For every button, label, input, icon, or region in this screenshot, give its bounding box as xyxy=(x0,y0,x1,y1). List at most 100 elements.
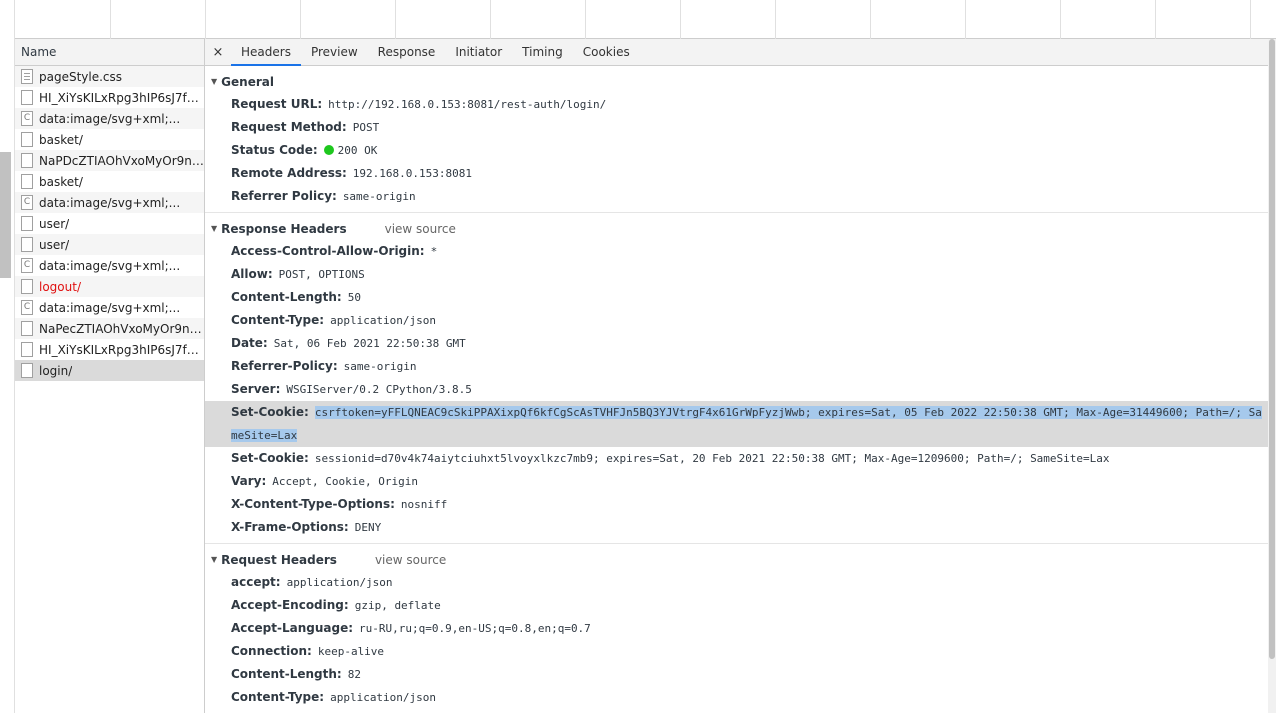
timeline-grid-line xyxy=(300,0,301,39)
header-row: Set-Cookie: csrftoken=yFFLQNEAC9cSkiPPAXi… xyxy=(205,401,1276,447)
timeline-grid-line xyxy=(1060,0,1061,39)
header-value[interactable]: ru-RU,ru;q=0.9,en-US;q=0.8,en;q=0.7 xyxy=(359,622,591,635)
header-value[interactable]: Sat, 06 Feb 2021 22:50:38 GMT xyxy=(274,337,466,350)
header-value[interactable]: * xyxy=(431,245,438,258)
request-row[interactable]: user/ xyxy=(15,213,204,234)
header-value[interactable]: gzip, deflate xyxy=(355,599,441,612)
request-row[interactable]: Cdata:image/svg+xml;... xyxy=(15,297,204,318)
status-ok-icon xyxy=(323,145,334,155)
request-list: pageStyle.css HI_XiYsKILxRpg3hIP6sJ7fM7..… xyxy=(15,66,204,381)
document-icon xyxy=(21,132,33,147)
timeline-grid-line xyxy=(965,0,966,39)
timeline-grid-line xyxy=(205,0,206,39)
header-row: Allow: POST, OPTIONS xyxy=(205,263,1276,286)
header-value[interactable]: nosniff xyxy=(401,498,447,511)
header-row: Vary: Accept, Cookie, Origin xyxy=(205,470,1276,493)
document-icon xyxy=(21,342,33,357)
request-row[interactable]: basket/ xyxy=(15,171,204,192)
header-value[interactable]: keep-alive xyxy=(318,645,384,658)
tab-cookies[interactable]: Cookies xyxy=(573,39,640,65)
name-column-header[interactable]: Name xyxy=(15,39,204,66)
request-view-source-link[interactable]: view source xyxy=(375,549,446,571)
request-name: HI_XiYsKILxRpg3hIP6sJ7fM7... xyxy=(39,342,204,357)
request-row[interactable]: pageStyle.css xyxy=(15,66,204,87)
header-value[interactable]: POST, OPTIONS xyxy=(279,268,365,281)
response-headers-toggle[interactable]: ▼ Response Headers view source xyxy=(205,218,1276,240)
header-row: Request Method: POST xyxy=(205,116,1276,139)
response-view-source-link[interactable]: view source xyxy=(385,218,456,240)
header-value[interactable]: DENY xyxy=(355,521,382,534)
general-section-toggle[interactable]: ▼ General xyxy=(205,71,1276,93)
document-icon xyxy=(21,321,33,336)
timeline-grid-line xyxy=(870,0,871,39)
header-key: Content-Length: xyxy=(231,667,342,681)
header-key: Request URL: xyxy=(231,97,323,111)
header-value[interactable]: application/json xyxy=(330,691,436,704)
details-scrollbar-thumb[interactable] xyxy=(1269,39,1275,659)
header-value[interactable]: 82 xyxy=(348,668,361,681)
request-headers-toggle[interactable]: ▼ Request Headers view source xyxy=(205,549,1276,571)
request-row[interactable]: Cdata:image/svg+xml;... xyxy=(15,255,204,276)
header-row: X-Frame-Options: DENY xyxy=(205,516,1276,539)
header-key: Vary: xyxy=(231,474,267,488)
header-value[interactable]: csrftoken=yFFLQNEAC9cSkiPPAXixpQf6kfCgSc… xyxy=(231,406,1262,442)
timeline-grid-line xyxy=(680,0,681,39)
header-value[interactable]: http://192.168.0.153:8081/rest-auth/logi… xyxy=(328,98,606,111)
request-row[interactable]: login/ xyxy=(15,360,204,381)
request-name: data:image/svg+xml;... xyxy=(39,300,181,315)
details-scrollbar[interactable] xyxy=(1268,39,1276,713)
request-row[interactable]: basket/ xyxy=(15,129,204,150)
header-row: Referrer-Policy: same-origin xyxy=(205,355,1276,378)
request-row[interactable]: Cdata:image/svg+xml;... xyxy=(15,108,204,129)
request-row[interactable]: HI_XiYsKILxRpg3hIP6sJ7fM7... xyxy=(15,87,204,108)
header-row: Status Code: 200 OK xyxy=(205,139,1276,162)
header-row: Date: Sat, 06 Feb 2021 22:50:38 GMT xyxy=(205,332,1276,355)
header-key: Request Method: xyxy=(231,120,347,134)
tab-timing[interactable]: Timing xyxy=(512,39,573,65)
tab-headers[interactable]: Headers xyxy=(231,39,301,66)
tab-initiator[interactable]: Initiator xyxy=(445,39,512,65)
request-row[interactable]: Cdata:image/svg+xml;... xyxy=(15,192,204,213)
request-row[interactable]: NaPDcZTIAOhVxoMyOr9n_E... xyxy=(15,150,204,171)
header-key: Set-Cookie: xyxy=(231,451,309,465)
network-overview-timeline[interactable] xyxy=(15,0,1276,39)
header-row: Access-Control-Allow-Origin: * xyxy=(205,240,1276,263)
gutter-scrollbar-thumb[interactable] xyxy=(0,152,11,278)
request-row[interactable]: logout/ xyxy=(15,276,204,297)
header-key: Date: xyxy=(231,336,268,350)
general-section-title: General xyxy=(221,75,274,89)
header-value[interactable]: same-origin xyxy=(344,360,417,373)
header-key: Content-Type: xyxy=(231,690,325,704)
tab-response[interactable]: Response xyxy=(368,39,446,65)
tab-preview[interactable]: Preview xyxy=(301,39,368,65)
header-row: Accept-Language: ru-RU,ru;q=0.9,en-US;q=0… xyxy=(205,617,1276,640)
request-row[interactable]: NaPecZTIAOhVxoMyOr9n_E... xyxy=(15,318,204,339)
header-value[interactable]: 200 OK xyxy=(338,144,378,157)
header-value[interactable]: sessionid=d70v4k74aiytciuhxt5lvoyxlkzc7m… xyxy=(315,452,1110,465)
header-value[interactable]: 50 xyxy=(348,291,361,304)
header-row: Content-Type: application/json xyxy=(205,686,1276,709)
close-icon[interactable]: × xyxy=(205,39,231,65)
request-name: basket/ xyxy=(39,174,83,189)
request-row[interactable]: HI_XiYsKILxRpg3hIP6sJ7fM7... xyxy=(15,339,204,360)
header-value[interactable]: application/json xyxy=(287,576,393,589)
request-name: user/ xyxy=(39,237,70,252)
timeline-grid-line xyxy=(1155,0,1156,39)
document-icon xyxy=(21,237,33,252)
request-row[interactable]: user/ xyxy=(15,234,204,255)
header-value[interactable]: Accept, Cookie, Origin xyxy=(272,475,418,488)
header-key: Accept-Encoding: xyxy=(231,598,349,612)
response-headers-section: ▼ Response Headers view source Access-Co… xyxy=(205,218,1276,544)
request-name: HI_XiYsKILxRpg3hIP6sJ7fM7... xyxy=(39,90,204,105)
header-value[interactable]: same-origin xyxy=(343,190,416,203)
header-row: X-Content-Type-Options: nosniff xyxy=(205,493,1276,516)
header-value[interactable]: application/json xyxy=(330,314,436,327)
request-headers-section: ▼ Request Headers view source accept: app… xyxy=(205,549,1276,713)
header-key: Accept-Language: xyxy=(231,621,354,635)
header-value[interactable]: POST xyxy=(353,121,380,134)
triangle-down-icon: ▼ xyxy=(211,224,218,233)
header-key: Status Code: xyxy=(231,143,318,157)
header-value[interactable]: 192.168.0.153:8081 xyxy=(353,167,472,180)
header-value[interactable]: WSGIServer/0.2 CPython/3.8.5 xyxy=(286,383,471,396)
header-key: Content-Length: xyxy=(231,290,342,304)
